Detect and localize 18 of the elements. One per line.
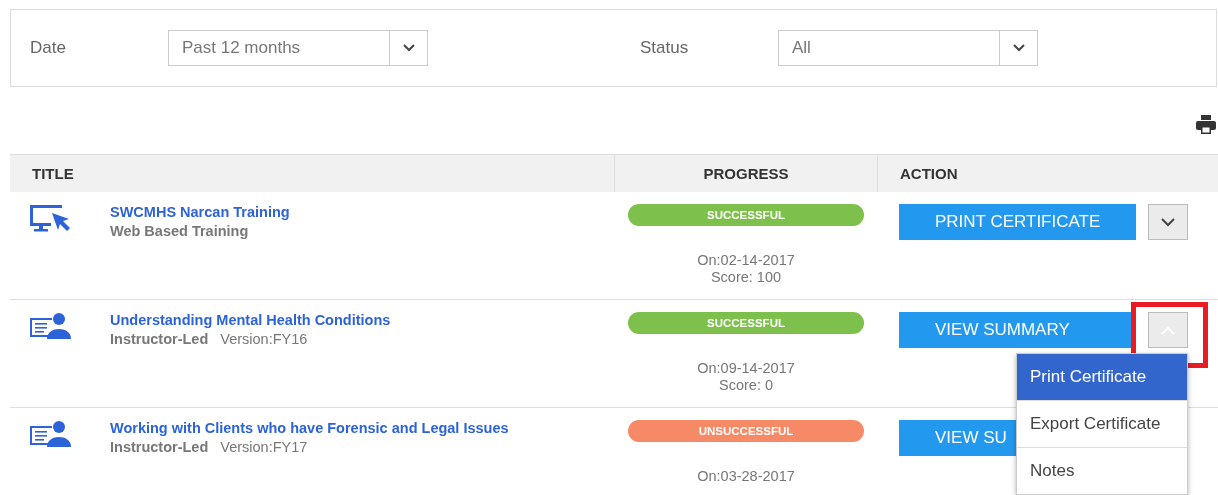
column-header: ACTION	[899, 164, 959, 184]
filter-label: Status	[640, 38, 690, 58]
filter-label: Date	[29, 38, 67, 58]
status-badge: SUCCESSFUL	[628, 312, 864, 334]
completion-date: On:02-14-2017	[697, 252, 795, 268]
column-header: TITLE	[31, 164, 75, 184]
column-header: PROGRESS	[614, 155, 878, 192]
completion-date: On:09-14-2017	[697, 360, 795, 376]
completion-date: On:03-28-2017	[697, 468, 795, 484]
course-type: Instructor-Led	[110, 331, 209, 347]
score-text: Score: 100	[710, 269, 782, 285]
status-badge: SUCCESSFUL	[628, 204, 864, 226]
score-text: Score: 0	[719, 377, 773, 393]
course-type: Instructor-Led	[110, 439, 209, 455]
course-version: Version:FY17	[220, 439, 308, 455]
status-badge: UNSUCCESSFUL	[628, 420, 864, 442]
course-version: Version:FY16	[220, 331, 308, 347]
course-type: Web Based Training	[110, 223, 249, 239]
